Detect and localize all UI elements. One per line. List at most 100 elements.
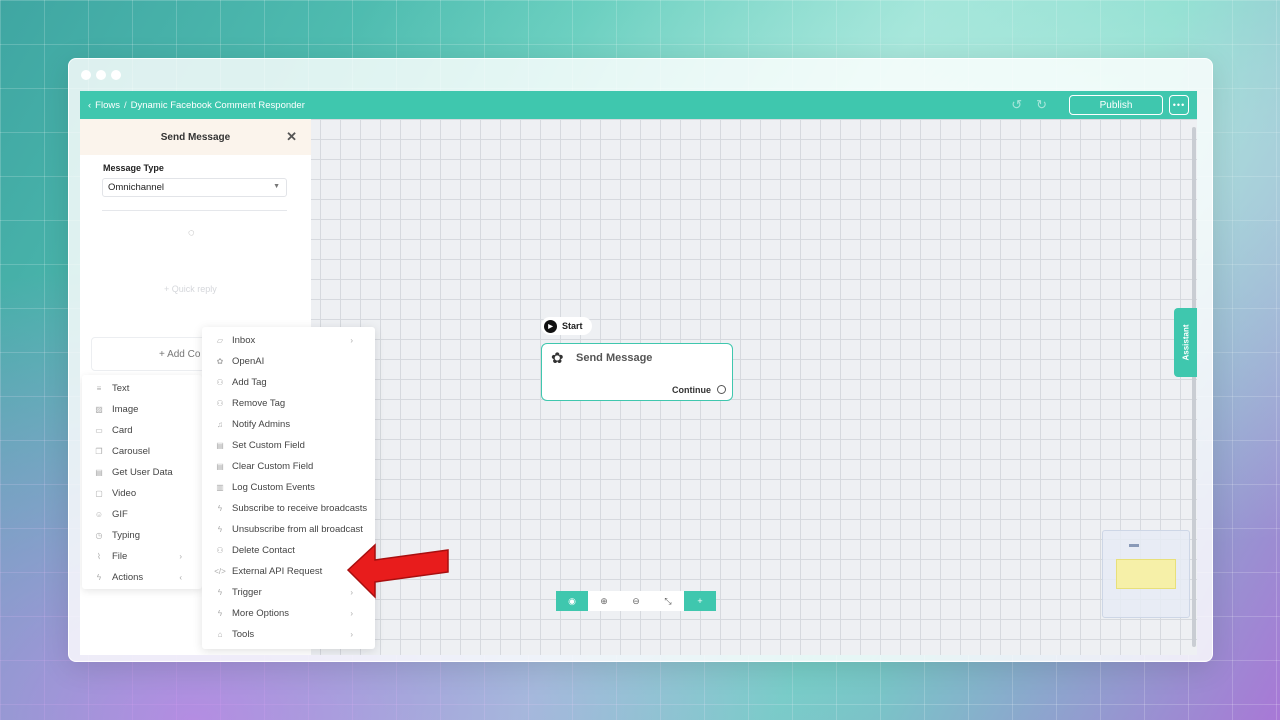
content-item-card[interactable]: ▭ Card [82,420,202,441]
window-dot-maximize[interactable] [111,70,121,80]
content-item-gif[interactable]: ☺ GIF [82,504,202,525]
tag-icon: ⚇ [216,399,224,408]
user-remove-icon: ⚇ [216,546,224,555]
speech-bubble-icon: ◌ [188,227,195,239]
message-type-select[interactable]: Omnichannel ▼ [102,178,287,197]
text-icon: ≡ [96,384,102,393]
card-icon: ▭ [95,426,103,435]
clock-icon: ◷ [95,531,103,540]
redo-icon[interactable]: ↻ [1036,97,1047,113]
window-dot-close[interactable] [81,70,91,80]
breadcrumb-flows-link[interactable]: Flows [95,100,120,111]
content-item-image[interactable]: ▨ Image [82,399,202,420]
openai-icon: ✿ [216,357,224,366]
image-icon: ▨ [95,405,103,414]
action-item-unsubscribe[interactable]: ϟ Unsubscribe from all broadcast [202,519,375,540]
window-controls [81,70,121,80]
code-icon: </> [214,567,226,576]
breadcrumb-separator: / [123,99,127,111]
chevron-left-icon[interactable]: ‹ [88,100,91,111]
close-icon[interactable]: ✕ [286,129,297,145]
chevron-right-icon: › [350,609,353,618]
node-continue-label: Continue [672,385,711,395]
start-node[interactable]: ▶ Start [541,317,592,335]
openai-icon: ✿ [551,350,564,367]
chevron-left-icon: ‹ [179,573,182,582]
eye-icon[interactable]: ◉ [556,591,588,611]
chevron-down-icon: ▼ [273,183,280,190]
message-type-value: Omnichannel [108,182,164,193]
content-item-get-user-data[interactable]: ▤ Get User Data [82,462,202,483]
minimap-viewport[interactable] [1116,559,1176,589]
zoom-out-icon[interactable]: ⊖ [620,591,652,611]
actions-menu: ▱ Inbox › ✿ OpenAI ⚇ Add Tag ⚇ Remove Tag ♫ No… [202,327,375,649]
minimap[interactable] [1102,530,1190,618]
content-item-text[interactable]: ≡ Text [82,378,202,399]
zoom-in-icon[interactable]: ⊕ [588,591,620,611]
field-icon: ▤ [216,462,224,471]
field-icon: ▤ [216,441,224,450]
file-icon: ⌇ [97,552,101,561]
bolt-icon: ϟ [217,504,223,513]
publish-button[interactable]: Publish [1069,95,1163,115]
start-label: Start [562,321,583,331]
chevron-right-icon: › [179,552,182,561]
action-item-clear-custom-field[interactable]: ▤ Clear Custom Field [202,456,375,477]
more-options-button[interactable]: ••• [1169,95,1189,115]
action-item-add-tag[interactable]: ⚇ Add Tag [202,372,375,393]
divider [102,210,287,211]
window-dot-minimize[interactable] [96,70,106,80]
node-title: Send Message [576,352,653,364]
bell-icon: ♫ [217,420,223,429]
fit-view-icon[interactable]: ⤡ [652,591,684,611]
action-item-notify-admins[interactable]: ♫ Notify Admins [202,414,375,435]
panel-title: Send Message [160,131,231,143]
undo-icon[interactable]: ↺ [1011,97,1022,113]
content-item-typing[interactable]: ◷ Typing [82,525,202,546]
node-output-port[interactable] [717,385,726,394]
gif-icon: ☺ [94,510,104,519]
tools-icon: ⌂ [217,630,223,639]
bolt-icon: ϟ [96,573,102,582]
action-item-tools[interactable]: ⌂ Tools › [202,624,375,645]
chat-icon: ▱ [216,336,224,345]
top-bar: ‹ Flows / Dynamic Facebook Comment Respo… [80,91,1197,119]
breadcrumb: ‹ Flows / Dynamic Facebook Comment Respo… [88,100,305,111]
play-icon: ▶ [544,319,557,333]
action-item-more-options[interactable]: ϟ More Options › [202,603,375,624]
canvas-toolbar: ◉ ⊕ ⊖ ⤡ + [556,591,716,611]
undo-redo-group: ↺ ↻ [1011,97,1047,113]
quick-reply-button[interactable]: + Quick reply [164,284,217,294]
action-item-log-custom-events[interactable]: ▥ Log Custom Events [202,477,375,498]
bolt-icon: ϟ [217,525,223,534]
send-message-node[interactable]: ✿ Send Message Continue [541,343,733,401]
send-message-panel: Send Message ✕ Message Type Omnichannel … [80,119,375,655]
chart-icon: ▥ [216,483,224,492]
content-item-carousel[interactable]: ❐ Carousel [82,441,202,462]
content-type-menu: ≡ Text ▨ Image ▭ Card ❐ Carousel ▤ Get User D… [82,375,202,589]
tag-icon: ⚇ [216,378,224,387]
content-item-file[interactable]: ⌇ File › [82,546,202,567]
bolt-icon: ϟ [217,588,223,597]
content-item-video[interactable]: ▢ Video [82,483,202,504]
user-data-icon: ▤ [95,468,103,477]
assistant-tab[interactable]: Assistant [1174,308,1197,377]
action-item-subscribe[interactable]: ϟ Subscribe to receive broadcasts [202,498,375,519]
action-item-set-custom-field[interactable]: ▤ Set Custom Field [202,435,375,456]
action-item-inbox[interactable]: ▱ Inbox › [202,330,375,351]
chevron-right-icon: › [350,336,353,345]
vertical-scrollbar[interactable] [1192,127,1196,647]
action-item-remove-tag[interactable]: ⚇ Remove Tag [202,393,375,414]
content-item-actions[interactable]: ϟ Actions ‹ [82,567,202,588]
carousel-icon: ❐ [95,447,103,456]
highlight-arrow-icon [346,543,449,599]
add-icon[interactable]: + [684,591,716,611]
chevron-right-icon: › [350,630,353,639]
message-type-label: Message Type [103,163,164,173]
bolt-icon: ϟ [217,609,223,618]
browser-window: ‹ Flows / Dynamic Facebook Comment Respo… [68,58,1213,662]
panel-header: Send Message ✕ [80,119,311,155]
flow-name: Dynamic Facebook Comment Responder [130,99,305,111]
action-item-openai[interactable]: ✿ OpenAI [202,351,375,372]
flow-builder-app: ‹ Flows / Dynamic Facebook Comment Respo… [80,91,1197,655]
